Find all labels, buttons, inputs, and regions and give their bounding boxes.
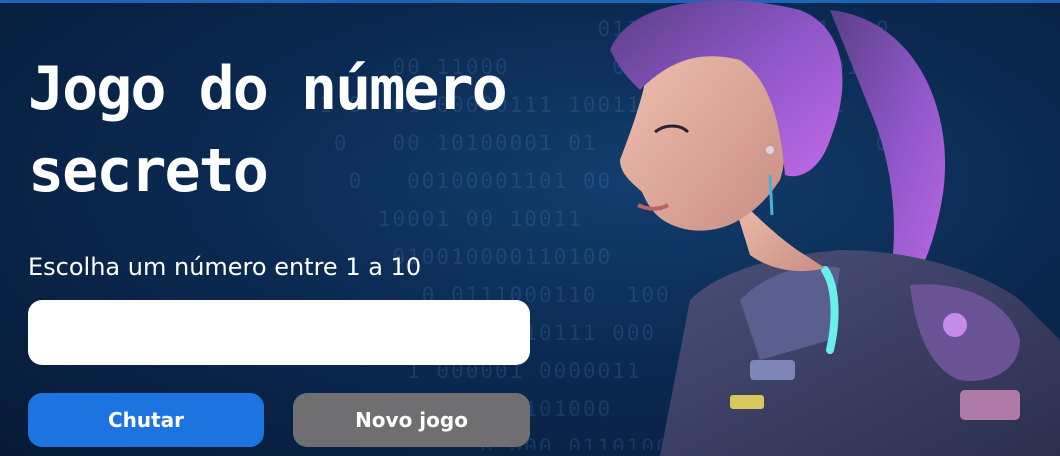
guess-prompt-label: Escolha um número entre 1 a 10 xyxy=(28,253,422,281)
guess-button[interactable]: Chutar xyxy=(28,393,264,447)
guess-input[interactable] xyxy=(28,300,530,365)
robot-girl-illustration xyxy=(610,0,1060,456)
new-game-button[interactable]: Novo jogo xyxy=(293,393,530,447)
page-title: Jogo do número secreto xyxy=(28,54,508,206)
game-panel: Jogo do número secreto Escolha um número… xyxy=(28,0,538,456)
